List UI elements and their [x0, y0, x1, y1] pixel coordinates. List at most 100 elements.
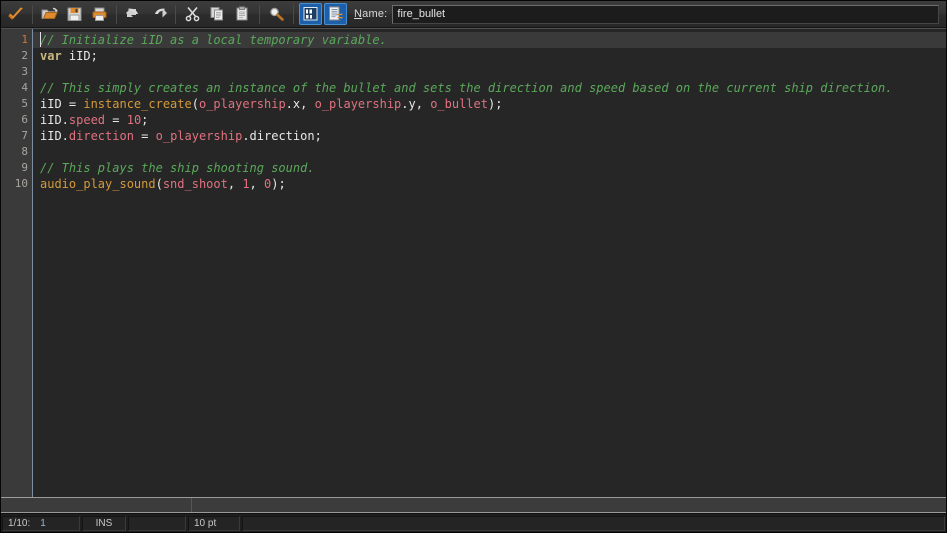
code-text-area[interactable]: // Initialize iID as a local temporary v…: [33, 29, 946, 497]
status-position: 1/10: 1: [2, 515, 80, 531]
line-number: 9: [21, 161, 28, 174]
toolbar-button-group: [3, 3, 348, 25]
code-token: // This plays the ship shooting sound.: [40, 161, 315, 175]
name-label: Name:: [354, 8, 387, 20]
code-token: ,: [249, 177, 264, 191]
code-token: .y,: [401, 97, 431, 111]
code-token: o_playership: [198, 97, 286, 111]
code-token: .x,: [285, 97, 315, 111]
horizontal-scrollbar[interactable]: [1, 497, 946, 513]
script-name-input[interactable]: [392, 4, 939, 24]
status-font-size: 10 pt: [188, 515, 240, 531]
line-number: 6: [21, 113, 28, 126]
line-number: 8: [21, 145, 28, 158]
status-trailing: [242, 515, 945, 531]
code-token: );: [487, 97, 503, 111]
toolbar-separator: [175, 4, 176, 24]
code-line[interactable]: // Initialize iID as a local temporary v…: [33, 32, 946, 48]
line-number: 4: [21, 81, 28, 94]
folder-open-icon: [41, 7, 58, 19]
code-token: ;: [141, 113, 149, 127]
status-position-value: 1: [40, 517, 46, 529]
code-line[interactable]: iID.speed = 10;: [33, 112, 946, 128]
line-number: 2: [21, 49, 28, 62]
line-number: 1: [21, 33, 28, 46]
code-token: iID =: [40, 97, 84, 111]
code-token: o_playership: [314, 97, 402, 111]
toolbar-separator: [32, 4, 33, 24]
paste-icon: [236, 6, 247, 21]
code-token: (: [155, 177, 163, 191]
status-position-label: 1/10:: [8, 517, 31, 529]
cut-icon[interactable]: [181, 3, 204, 25]
toolbar-separator: [293, 4, 294, 24]
code-token: instance_create: [83, 97, 192, 111]
line-number-gutter: 1 2 3 4 5 6 7 8 9 10: [1, 29, 33, 497]
print-icon: [92, 7, 106, 21]
status-insert-mode: INS: [82, 515, 126, 531]
copy-icon: [210, 7, 223, 21]
code-token: // This simply creates an instance of th…: [40, 81, 893, 95]
code-token: speed: [68, 113, 106, 127]
line-numbers-icon: [303, 7, 317, 21]
code-token: iID.: [40, 129, 69, 143]
print-icon[interactable]: [88, 3, 111, 25]
code-token: snd_shoot: [162, 177, 228, 191]
code-token: =: [133, 129, 156, 143]
code-line[interactable]: // This simply creates an instance of th…: [33, 80, 946, 96]
text-caret: [40, 32, 41, 47]
code-line[interactable]: iID = instance_create(o_playership.x, o_…: [33, 96, 946, 112]
name-label-rest: ame:: [362, 8, 388, 20]
status-bar: 1/10: 1 INS 10 pt: [1, 513, 946, 532]
toolbar: Name:: [1, 1, 946, 28]
line-number: 3: [21, 65, 28, 78]
toolbar-separator: [259, 4, 260, 24]
code-token: 1: [242, 177, 250, 191]
horizontal-scrollbar-thumb[interactable]: [1, 498, 192, 512]
code-token: .direction;: [242, 129, 322, 143]
line-number: 5: [21, 97, 28, 110]
line-number: 7: [21, 129, 28, 142]
check-icon[interactable]: [4, 3, 27, 25]
syntax-highlight-icon[interactable]: [324, 3, 347, 25]
line-number: 10: [14, 177, 28, 190]
paste-icon[interactable]: [231, 3, 254, 25]
code-line[interactable]: [33, 144, 946, 160]
name-label-mnemonic: N: [354, 8, 363, 20]
code-token: ,: [227, 177, 243, 191]
code-token: direction: [68, 129, 134, 143]
folder-open-icon[interactable]: [38, 3, 61, 25]
cut-icon: [185, 6, 199, 22]
code-line[interactable]: // This plays the ship shooting sound.: [33, 160, 946, 176]
code-token: =: [105, 113, 127, 127]
code-token: );: [271, 177, 286, 191]
copy-icon[interactable]: [206, 3, 229, 25]
code-line[interactable]: [33, 64, 946, 80]
code-token: 10: [126, 113, 142, 127]
check-icon: [7, 7, 23, 20]
script-editor-window: Name: 1 2 3 4 5 6 7 8 9 10 // Initialize iID as a…: [0, 0, 947, 533]
code-token: o_bullet: [430, 97, 488, 111]
code-line[interactable]: var iID;: [33, 48, 946, 64]
save-icon: [67, 7, 81, 21]
search-icon[interactable]: [265, 3, 288, 25]
redo-icon: [154, 8, 167, 18]
code-token: audio_play_sound: [40, 177, 156, 191]
code-line[interactable]: iID.direction = o_playership.direction;: [33, 128, 946, 144]
line-numbers-icon[interactable]: [299, 3, 322, 25]
toolbar-separator: [116, 4, 117, 24]
syntax-highlight-icon: [328, 6, 343, 21]
redo-icon[interactable]: [147, 3, 170, 25]
code-token: iID;: [61, 49, 98, 63]
code-token: (: [191, 97, 199, 111]
code-token: var: [40, 49, 62, 63]
search-icon: [269, 7, 284, 21]
save-icon[interactable]: [63, 3, 86, 25]
code-token: // Initialize iID as a local temporary v…: [40, 33, 387, 47]
code-token: o_playership: [155, 129, 243, 143]
status-spacer: [128, 515, 186, 531]
undo-icon: [125, 8, 138, 18]
code-line[interactable]: audio_play_sound(snd_shoot, 1, 0);: [33, 176, 946, 192]
undo-icon[interactable]: [122, 3, 145, 25]
code-editor[interactable]: 1 2 3 4 5 6 7 8 9 10 // Initialize iID as a local…: [1, 28, 946, 497]
